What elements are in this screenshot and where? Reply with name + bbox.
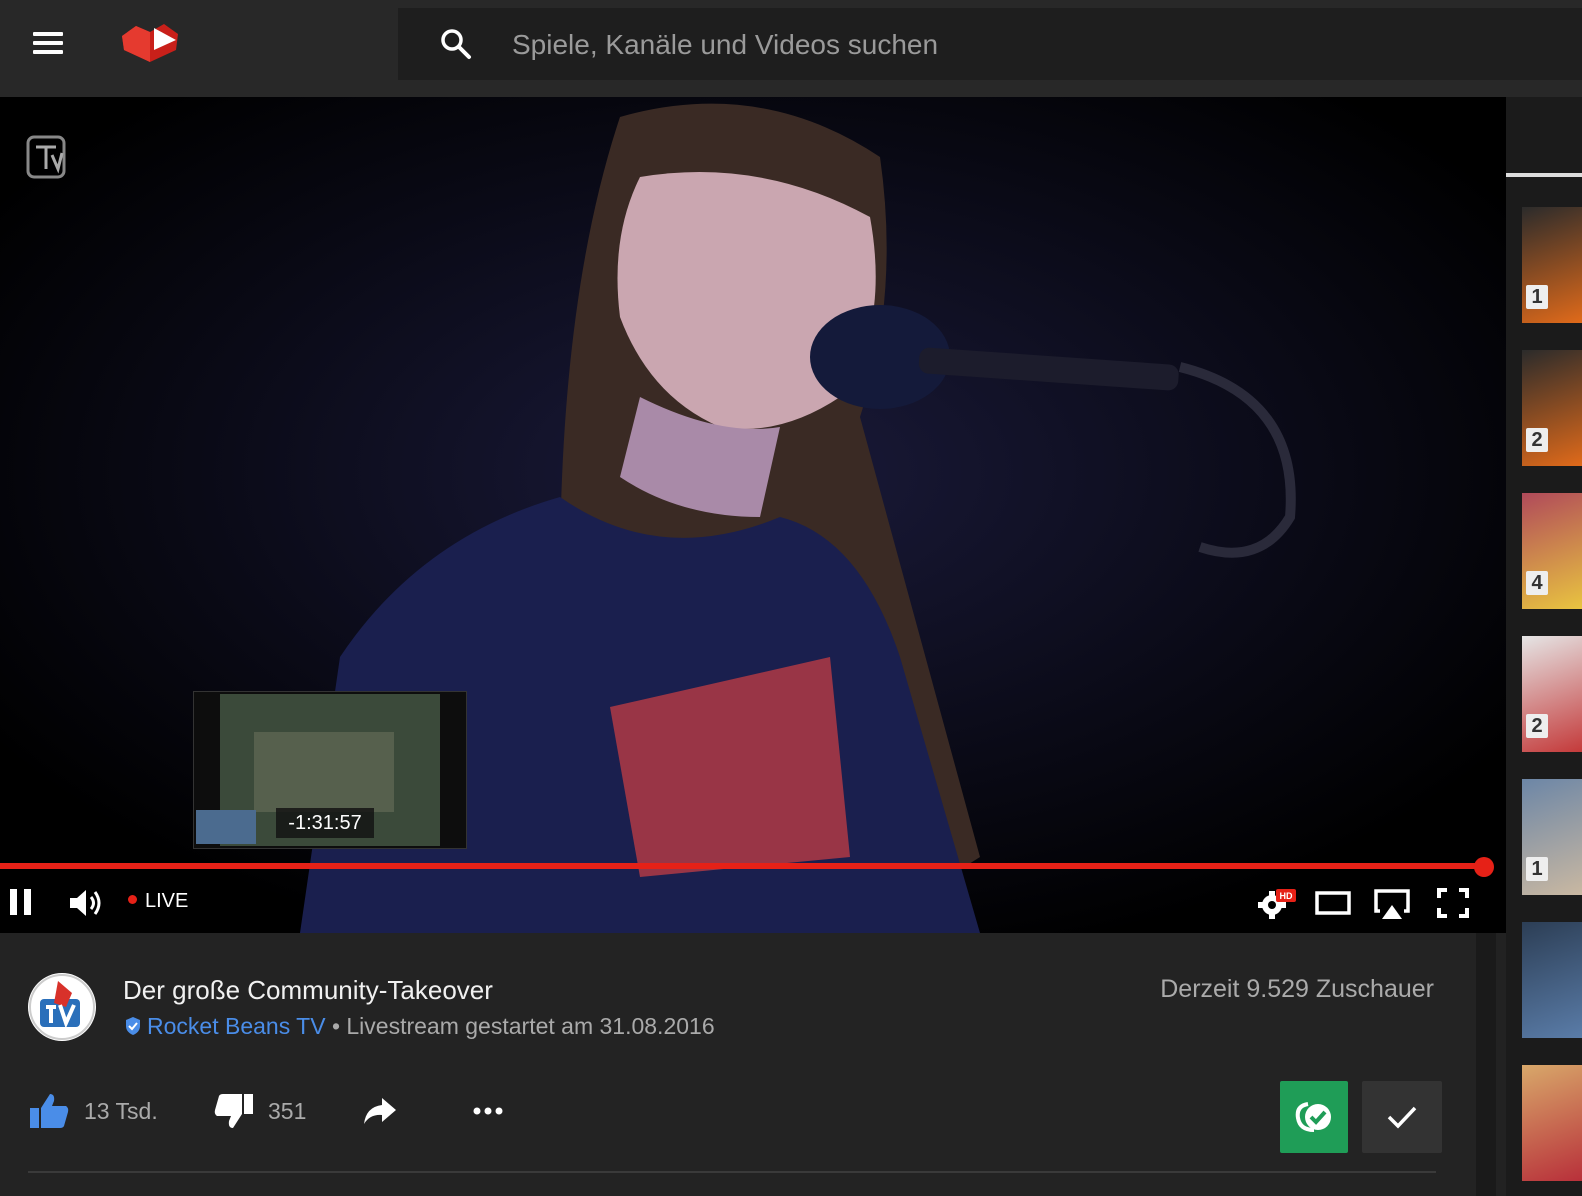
sidebar-gutter xyxy=(1476,933,1496,1196)
viewer-count: Derzeit 9.529 Zuschauer xyxy=(1160,975,1434,1003)
live-dot-icon xyxy=(128,895,137,905)
more-dots-icon xyxy=(473,1107,503,1115)
sidebar-thumbnail[interactable]: 1 xyxy=(1522,779,1582,895)
stream-meta: • Livestream gestartet am 31.08.2016 xyxy=(331,1013,715,1039)
top-bar xyxy=(0,0,1582,97)
thumbnail-rank-badge: 2 xyxy=(1526,428,1548,452)
share-icon xyxy=(364,1098,396,1124)
share-button[interactable] xyxy=(362,1089,412,1133)
thumbs-up-icon xyxy=(30,1094,69,1128)
sidebar-thumbnail[interactable]: 2 xyxy=(1522,636,1582,752)
hd-badge: HD xyxy=(1280,891,1293,901)
verified-icon xyxy=(126,1016,140,1035)
thumbnail-rank-badge: 1 xyxy=(1526,285,1548,309)
seek-preview: -1:31:57 xyxy=(193,691,467,849)
sidebar-thumbnail[interactable]: 1 xyxy=(1522,207,1582,323)
channel-watermark-icon xyxy=(26,135,66,179)
sidebar-thumbnail[interactable]: 4 xyxy=(1522,493,1582,609)
sidebar-thumbnail[interactable] xyxy=(1522,1065,1582,1181)
thumbnail-rank-badge: 4 xyxy=(1526,571,1548,595)
channel-avatar[interactable] xyxy=(28,973,96,1041)
sidebar-thumbnail[interactable]: 2 xyxy=(1522,350,1582,466)
live-indicator[interactable]: LIVE xyxy=(128,890,188,913)
video-player[interactable]: -1:31:57 LIVE HD xyxy=(0,97,1506,933)
dislike-count: 351 xyxy=(268,1097,307,1124)
divider xyxy=(28,1171,1436,1173)
thumbs-down-icon xyxy=(214,1094,253,1128)
sidebar-tab-indicator xyxy=(1506,173,1582,177)
settings-gear-icon[interactable]: HD xyxy=(1256,887,1296,921)
pause-icon[interactable] xyxy=(8,887,34,917)
thumbnail-rank-badge: 2 xyxy=(1526,714,1548,738)
volume-icon[interactable] xyxy=(68,887,104,919)
subscribed-check-icon xyxy=(1295,1102,1331,1132)
thumbnail-rank-badge: 1 xyxy=(1526,857,1548,881)
theater-mode-icon[interactable] xyxy=(1314,887,1352,917)
youtube-gaming-logo[interactable] xyxy=(118,20,182,64)
notification-check-button[interactable] xyxy=(1362,1081,1442,1153)
progress-bar[interactable] xyxy=(0,863,1486,869)
like-count: 13 Tsd. xyxy=(84,1097,158,1124)
check-icon xyxy=(1387,1106,1417,1129)
sidebar-thumbnail[interactable] xyxy=(1522,922,1582,1038)
like-button[interactable]: 13 Tsd. xyxy=(28,1089,158,1133)
recommendations-sidebar: 1 2 4 2 1 xyxy=(1506,97,1582,1196)
search-icon[interactable] xyxy=(438,26,474,62)
rocket-beans-logo-icon xyxy=(29,974,95,1040)
search-bar xyxy=(398,8,1582,80)
fullscreen-icon[interactable] xyxy=(1436,887,1470,919)
video-title: Der große Community-Takeover xyxy=(123,975,493,1005)
live-label: LIVE xyxy=(145,890,189,912)
dislike-button[interactable]: 351 xyxy=(214,1089,306,1133)
action-bar: 13 Tsd. 351 xyxy=(28,1081,1448,1153)
subscribed-button[interactable] xyxy=(1280,1081,1348,1153)
channel-row: Rocket Beans TV • Livestream gestartet a… xyxy=(123,1013,715,1040)
video-info: Der große Community-Takeover Rocket Bean… xyxy=(0,933,1476,1196)
progress-scrubber[interactable] xyxy=(1474,857,1494,877)
search-input[interactable] xyxy=(510,22,1414,68)
channel-name-link[interactable]: Rocket Beans TV xyxy=(147,1013,326,1039)
player-controls: LIVE HD xyxy=(0,875,1506,933)
menu-icon[interactable] xyxy=(30,28,66,58)
preview-time: -1:31:57 xyxy=(276,808,374,838)
airplay-icon[interactable] xyxy=(1372,887,1412,921)
more-options-button[interactable] xyxy=(472,1089,518,1133)
